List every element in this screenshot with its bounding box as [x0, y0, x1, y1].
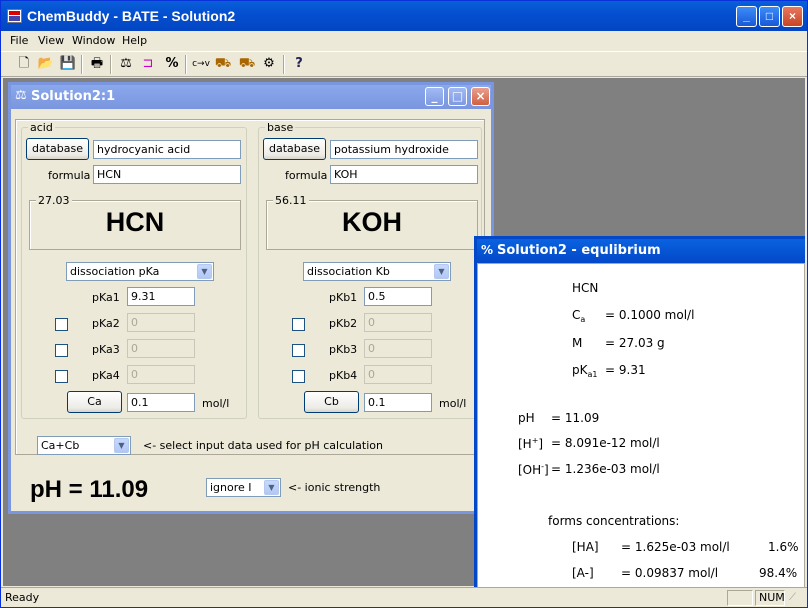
chevron-down-icon: ▼	[264, 480, 279, 495]
ph-result: pH = 11.09	[30, 476, 149, 503]
solution-window-titlebar[interactable]: ⚖ Solution2:1 _ □ ×	[11, 85, 491, 109]
ionic-strength-hint: <- ionic strength	[288, 481, 381, 494]
close-button[interactable]: ×	[782, 6, 803, 27]
equilibrium-window: % Solution2 - equlibrium HCN Ca = 0.1000…	[474, 236, 805, 588]
pka2-input: 0	[127, 313, 195, 332]
pkb4-input: 0	[364, 365, 432, 384]
settings-icon[interactable]: ⚙	[260, 55, 278, 73]
print-icon[interactable]: 🖶	[88, 55, 106, 73]
menu-view[interactable]: View	[38, 34, 64, 47]
child-minimize-button[interactable]: _	[425, 87, 444, 106]
pkb2-input: 0	[364, 313, 432, 332]
child-maximize-button[interactable]: □	[448, 87, 467, 106]
pka4-input: 0	[127, 365, 195, 384]
eq-oh-conc: [OH-]	[518, 462, 549, 477]
eq-ca: Ca	[572, 308, 586, 324]
pka3-checkbox[interactable]	[55, 344, 68, 357]
base-formula-input[interactable]: KOH	[330, 165, 478, 184]
menu-file[interactable]: File	[10, 34, 28, 47]
toolbar: 🗋 📂 💾 🖶 ⚖ ⊐ % c→v ⛟ ⛟ ⚙ ?	[1, 51, 807, 77]
status-bar: Ready NUM ⟋	[1, 587, 807, 607]
balance-icon[interactable]: ⚖	[117, 55, 135, 73]
pkb1-input[interactable]: 0.5	[364, 287, 432, 306]
titration-icon[interactable]: ⊐	[139, 55, 157, 73]
input-data-select[interactable]: Ca+Cb ▼	[37, 436, 131, 455]
pka3-input: 0	[127, 339, 195, 358]
ca-button[interactable]: Ca	[67, 391, 122, 413]
status-text: Ready	[5, 591, 40, 604]
pka4-checkbox[interactable]	[55, 370, 68, 383]
num-indicator: NUM	[755, 590, 785, 606]
pka2-checkbox[interactable]	[55, 318, 68, 331]
minimize-button[interactable]: _	[736, 6, 757, 27]
help-icon[interactable]: ?	[290, 55, 308, 73]
ionic-strength-select[interactable]: ignore I ▼	[206, 478, 281, 497]
ca-input[interactable]: 0.1	[127, 393, 195, 412]
pkb3-checkbox[interactable]	[292, 344, 305, 357]
main-window: ChemBuddy - BATE - Solution2 _ □ × File …	[0, 0, 808, 608]
acid-database-button[interactable]: database	[26, 138, 89, 160]
base-mode-select[interactable]: dissociation Kb ▼	[303, 262, 451, 281]
acid-name-input[interactable]: hydrocyanic acid	[93, 140, 241, 159]
pkb3-input: 0	[364, 339, 432, 358]
menu-window[interactable]: Window	[72, 34, 115, 47]
eq-molar-mass: M	[572, 336, 583, 350]
solution-window: ⚖ Solution2:1 _ □ × acid database hydroc…	[8, 82, 494, 514]
eq-form-ha: [HA]	[572, 540, 599, 554]
cb-button[interactable]: Cb	[304, 391, 359, 413]
acid-database-icon[interactable]: ⛟	[214, 55, 232, 73]
equilibrium-window-title: Solution2 - equlibrium	[497, 243, 661, 258]
acid-formula-display: 27.03 HCN	[29, 194, 241, 250]
acid-group: acid database hydrocyanic acid formula H…	[21, 121, 247, 419]
base-database-icon[interactable]: ⛟	[238, 55, 256, 73]
eq-form-a: [A-]	[572, 566, 594, 580]
eq-ph: pH	[518, 411, 535, 425]
app-titlebar[interactable]: ChemBuddy - BATE - Solution2 _ □ ×	[1, 1, 807, 31]
resize-grip-icon[interactable]: ⟋	[789, 592, 796, 603]
eq-acid-name: HCN	[572, 281, 599, 295]
balance-icon: ⚖	[15, 88, 27, 103]
base-name-input[interactable]: potassium hydroxide	[330, 140, 478, 159]
equilibrium-window-titlebar[interactable]: % Solution2 - equlibrium	[477, 239, 805, 263]
acid-formula-input[interactable]: HCN	[93, 165, 241, 184]
chevron-down-icon: ▼	[197, 264, 212, 279]
acid-mode-select[interactable]: dissociation pKa ▼	[66, 262, 214, 281]
chevron-down-icon: ▼	[114, 438, 129, 453]
base-group: base database potassium hydroxide formul…	[258, 121, 482, 419]
eq-h-conc: [H+]	[518, 436, 544, 451]
percent-icon[interactable]: %	[163, 55, 181, 73]
pkb4-checkbox[interactable]	[292, 370, 305, 383]
input-data-hint: <- select input data used for pH calcula…	[143, 439, 383, 452]
cb-input[interactable]: 0.1	[364, 393, 432, 412]
new-file-icon[interactable]: 🗋	[15, 55, 33, 73]
app-icon	[7, 9, 22, 23]
open-folder-icon[interactable]: 📂	[37, 55, 55, 73]
percent-icon: %	[481, 243, 494, 257]
conversion-icon[interactable]: c→v	[192, 55, 210, 73]
child-close-button[interactable]: ×	[471, 87, 490, 106]
solution-window-title: Solution2:1	[31, 89, 116, 104]
chevron-down-icon: ▼	[434, 264, 449, 279]
maximize-button[interactable]: □	[759, 6, 780, 27]
eq-pka1: pKa1	[572, 363, 598, 379]
app-title: ChemBuddy - BATE - Solution2	[27, 8, 236, 24]
base-formula-display: 56.11 KOH	[266, 194, 478, 250]
mdi-workspace: ⚖ Solution2:1 _ □ × acid database hydroc…	[3, 78, 805, 588]
save-icon[interactable]: 💾	[59, 55, 77, 73]
menubar: File View Window Help	[1, 31, 807, 51]
pka1-input[interactable]: 9.31	[127, 287, 195, 306]
eq-forms-title: forms concentrations:	[548, 514, 680, 528]
pkb2-checkbox[interactable]	[292, 318, 305, 331]
base-database-button[interactable]: database	[263, 138, 326, 160]
equilibrium-results: HCN Ca = 0.1000 mol/l M = 27.03 g pKa1 =…	[477, 263, 805, 588]
menu-help[interactable]: Help	[122, 34, 147, 47]
